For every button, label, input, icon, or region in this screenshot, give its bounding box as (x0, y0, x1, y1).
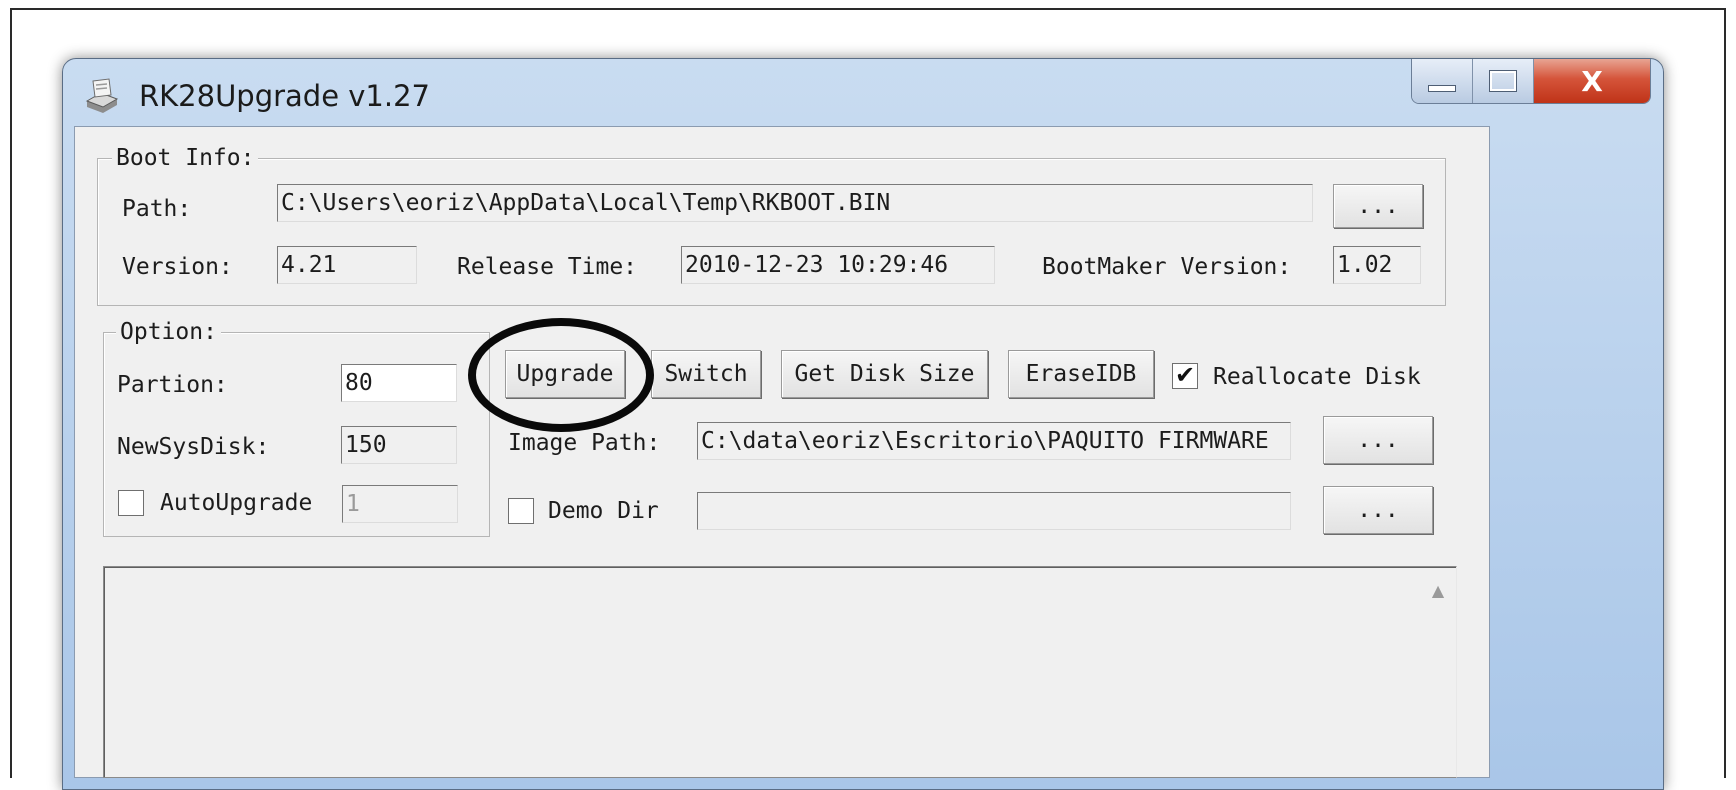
path-label: Path: (122, 196, 192, 222)
window-title: RK28Upgrade v1.27 (139, 79, 431, 113)
release-time-label: Release Time: (457, 254, 638, 280)
version-field[interactable]: 4.21 (277, 246, 417, 284)
reallocate-disk-label: Reallocate Disk (1213, 364, 1421, 390)
close-icon: X (1581, 64, 1603, 98)
minimize-button[interactable] (1412, 59, 1473, 103)
get-disk-size-button[interactable]: Get Disk Size (781, 350, 988, 398)
bootmaker-version-field[interactable]: 1.02 (1333, 246, 1421, 284)
close-button[interactable]: X (1534, 59, 1650, 103)
reallocate-disk-checkbox[interactable]: ✔ (1172, 363, 1198, 389)
switch-button[interactable]: Switch (651, 350, 761, 398)
window-controls: X (1411, 59, 1651, 104)
boot-path-field[interactable]: C:\Users\eoriz\AppData\Local\Temp\RKBOOT… (277, 184, 1313, 222)
maximize-button[interactable] (1473, 59, 1534, 103)
bootmaker-version-label: BootMaker Version: (1042, 254, 1292, 280)
demo-dir-browse-button[interactable]: ... (1323, 486, 1433, 534)
minimize-icon (1428, 84, 1456, 92)
newsysdisk-field[interactable]: 150 (341, 426, 457, 464)
demo-dir-checkbox[interactable] (508, 498, 534, 524)
demo-dir-label: Demo Dir (548, 498, 659, 524)
image-path-browse-button[interactable]: ... (1323, 416, 1433, 464)
newsysdisk-label: NewSysDisk: (117, 434, 270, 460)
installer-icon (85, 78, 119, 113)
title-bar[interactable]: RK28Upgrade v1.27 X (63, 59, 1663, 135)
release-time-field[interactable]: 2010-12-23 10:29:46 (681, 246, 995, 284)
partion-label: Partion: (117, 372, 228, 398)
option-group-label: Option: (116, 319, 221, 345)
autoupgrade-field[interactable]: 1 (342, 485, 458, 523)
log-output-area[interactable]: ▲ (103, 566, 1457, 778)
boot-info-group-label: Boot Info: (112, 145, 259, 171)
maximize-icon (1489, 70, 1517, 92)
partion-field[interactable]: 80 (341, 364, 457, 402)
scroll-up-arrow-icon[interactable]: ▲ (1426, 581, 1450, 603)
image-path-field[interactable]: C:\data\eoriz\Escritorio\PAQUITO FIRMWAR… (697, 422, 1291, 460)
checkmark-icon: ✔ (1174, 361, 1196, 389)
autoupgrade-checkbox[interactable] (118, 490, 144, 516)
boot-path-browse-button[interactable]: ... (1333, 184, 1423, 228)
erase-idb-button[interactable]: EraseIDB (1008, 350, 1154, 398)
image-path-label: Image Path: (508, 430, 661, 456)
version-label: Version: (122, 254, 233, 280)
autoupgrade-label: AutoUpgrade (160, 490, 313, 516)
demo-dir-field[interactable] (697, 492, 1291, 530)
upgrade-button[interactable]: Upgrade (505, 350, 625, 398)
